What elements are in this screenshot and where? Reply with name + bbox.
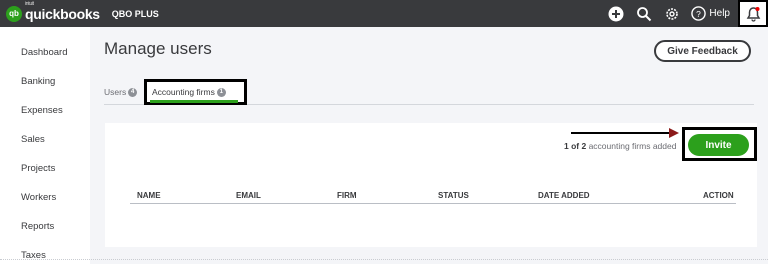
logo-wordmark: quickbooks	[25, 5, 100, 22]
svg-text:?: ?	[697, 9, 702, 19]
give-feedback-button[interactable]: Give Feedback	[654, 40, 751, 62]
logo-intuit-text: intuit	[25, 0, 34, 7]
sidebar-item-dashboard[interactable]: Dashboard	[21, 47, 67, 58]
bottom-divider	[0, 259, 768, 264]
column-header-firm[interactable]: FIRM	[337, 191, 357, 200]
column-header-status[interactable]: STATUS	[438, 191, 469, 200]
firms-count-label: accounting firms added	[588, 141, 677, 151]
sidebar-item-banking[interactable]: Banking	[21, 76, 55, 87]
invite-button[interactable]: Invite	[688, 134, 749, 156]
column-header-email[interactable]: EMAIL	[236, 191, 261, 200]
annotation-arrow	[571, 128, 679, 138]
help-button[interactable]: ? Help	[691, 6, 730, 21]
column-header-date-added[interactable]: DATE ADDED	[538, 191, 590, 200]
tab-users-label: Users	[104, 87, 127, 97]
top-icons: ? Help	[607, 0, 768, 27]
sidebar-item-reports[interactable]: Reports	[21, 221, 54, 232]
firms-count-badge: 1	[216, 87, 226, 97]
qb-logo-icon: qb	[6, 5, 22, 22]
column-header-name[interactable]: NAME	[137, 191, 161, 200]
table-header-divider	[130, 203, 736, 204]
product-name: QBO PLUS	[111, 8, 159, 19]
tab-users[interactable]: Users 4	[104, 87, 138, 97]
sidebar-item-expenses[interactable]: Expenses	[21, 105, 63, 116]
sidebar-item-workers[interactable]: Workers	[21, 192, 56, 203]
tab-accounting-firms[interactable]: Accounting firms 1	[152, 87, 226, 97]
quickbooks-logo[interactable]: qb intuit quickbooks	[6, 0, 100, 27]
tab-accounting-firms-label: Accounting firms	[152, 87, 215, 97]
gear-icon[interactable]	[663, 5, 681, 23]
page-title: Manage users	[104, 39, 212, 58]
column-header-action: ACTION	[703, 191, 734, 200]
active-tab-indicator	[150, 100, 238, 103]
bell-icon	[746, 6, 760, 22]
sidebar-item-sales[interactable]: Sales	[21, 134, 45, 145]
plus-icon[interactable]	[607, 5, 625, 23]
firms-added-count: 1 of 2 accounting firms added	[564, 141, 676, 151]
search-icon[interactable]	[635, 5, 653, 23]
logo-text: intuit quickbooks	[25, 1, 100, 22]
users-count-badge: 4	[128, 87, 138, 97]
firms-count-value: 1 of 2	[564, 141, 587, 151]
notifications-button[interactable]	[738, 0, 768, 27]
help-label: Help	[709, 8, 730, 19]
sidebar: Dashboard Banking Expenses Sales Project…	[0, 27, 90, 264]
top-bar: qb intuit quickbooks QBO PLUS ? Help	[0, 0, 768, 27]
sidebar-item-projects[interactable]: Projects	[21, 163, 55, 174]
help-icon: ?	[691, 6, 707, 21]
